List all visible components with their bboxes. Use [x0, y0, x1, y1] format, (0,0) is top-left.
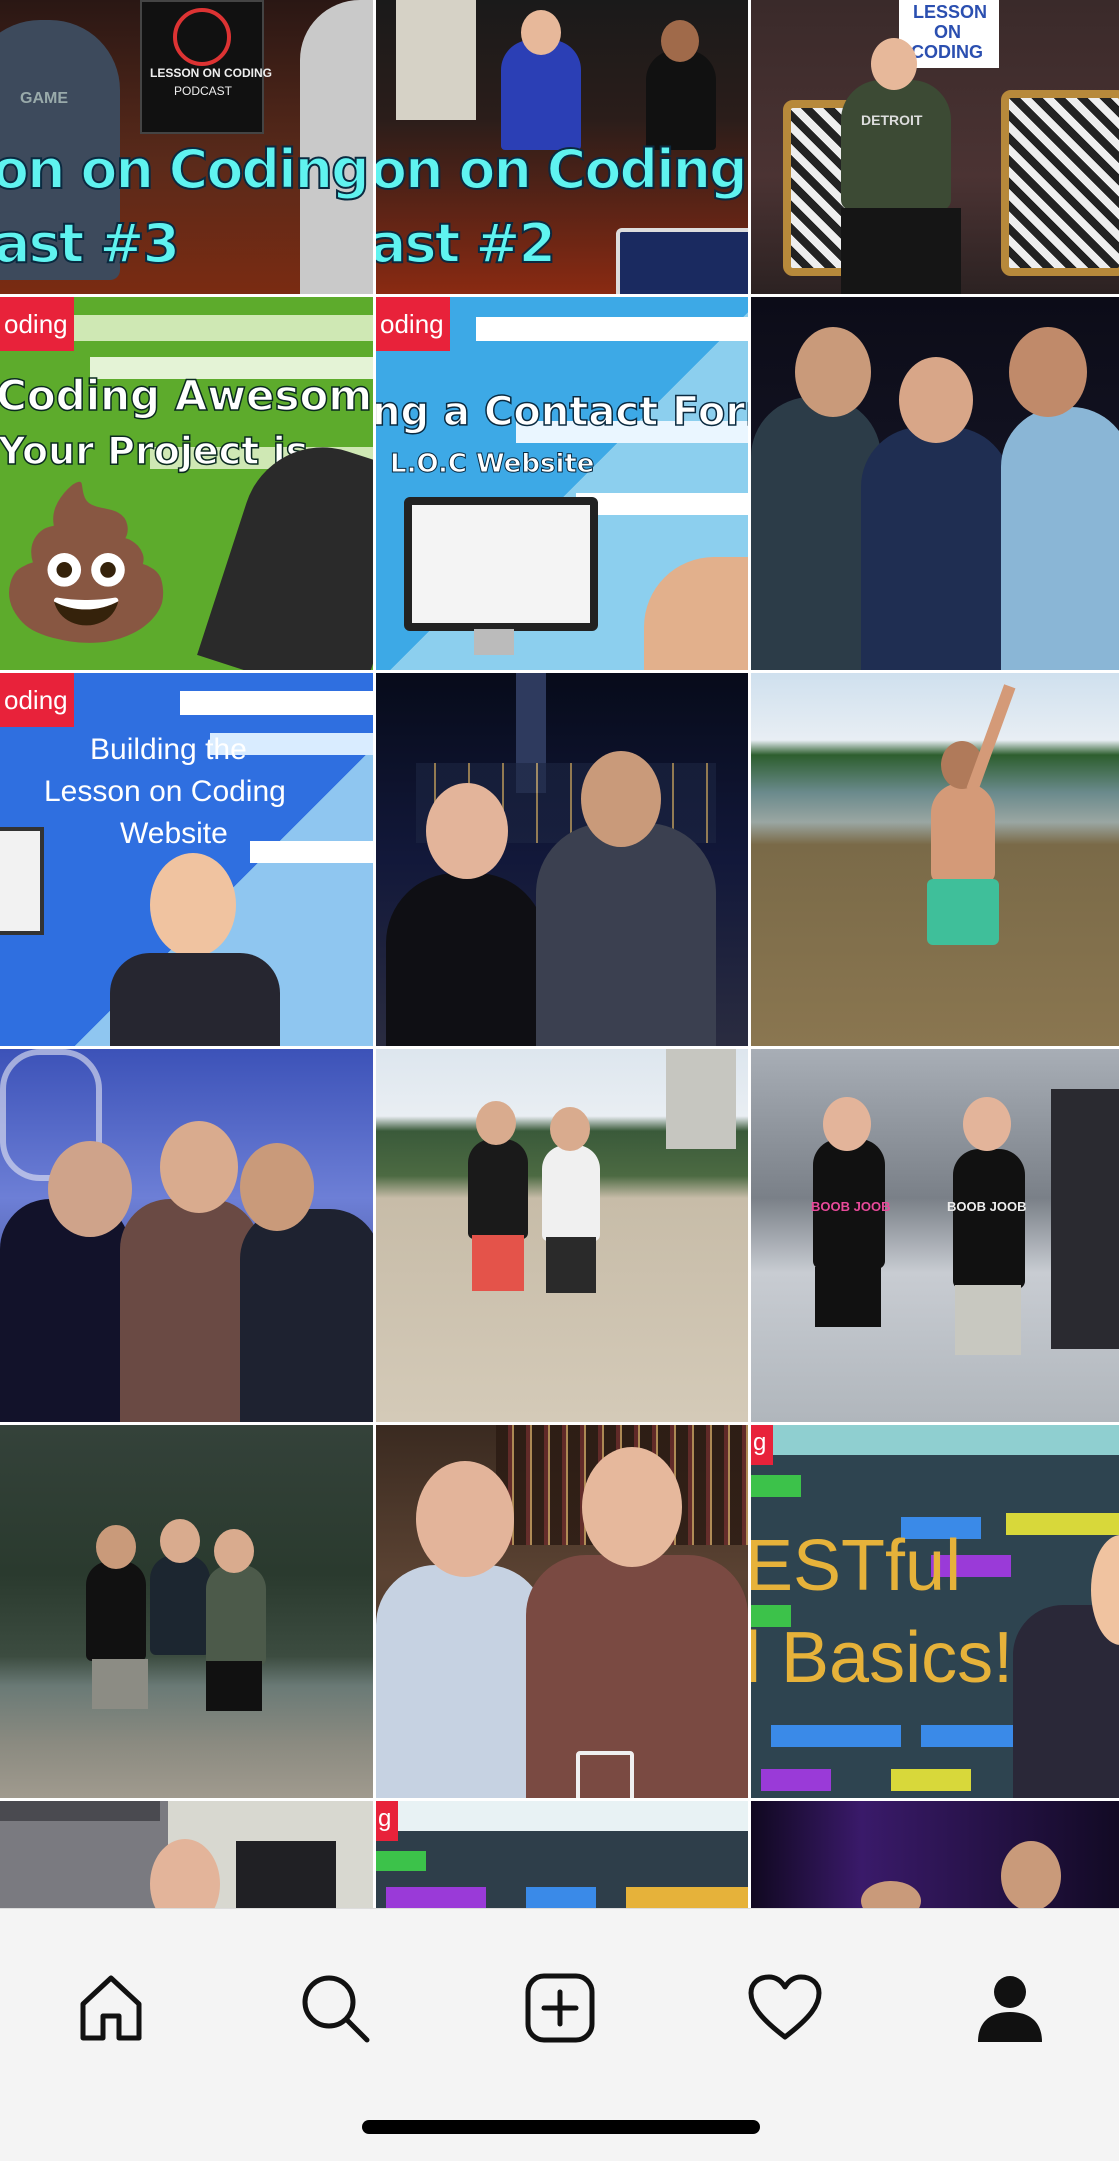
- post-thumbnail-shower[interactable]: [0, 1801, 373, 1908]
- channel-badge: oding: [380, 309, 444, 339]
- grid-divider: [0, 1422, 1119, 1425]
- title-line-3: Website: [120, 817, 228, 850]
- post-thumbnail-beach-pose[interactable]: [751, 673, 1119, 1046]
- sign-line-2: ON: [934, 22, 961, 42]
- podcast-sign-sublabel: PODCAST: [174, 84, 233, 98]
- channel-badge: oding: [4, 685, 68, 715]
- post-thumbnail-mountain-hike[interactable]: [0, 1425, 373, 1798]
- home-icon: [80, 1975, 142, 2041]
- grid-divider: [0, 294, 1119, 297]
- headline-line-2: ast #3: [0, 211, 181, 276]
- podcast-sign-label: LESSON ON CODING: [150, 66, 273, 80]
- post-thumbnail-bar-friends[interactable]: [751, 297, 1119, 670]
- title-line-2: Lesson on Coding: [44, 775, 286, 808]
- post-thumbnail-concert[interactable]: [751, 1801, 1119, 1908]
- search-icon: [302, 1975, 370, 2043]
- headline-line-1: on on Coding: [376, 137, 748, 202]
- channel-badge: g: [753, 1429, 767, 1456]
- post-thumbnail-three-friends-blue[interactable]: [0, 1049, 373, 1422]
- post-thumbnail-code-bars[interactable]: g: [376, 1801, 748, 1908]
- heart-icon: [748, 1974, 822, 2040]
- title-line-1: Building the: [90, 733, 247, 766]
- title-line-2: l Basics!: [751, 1618, 1014, 1698]
- poop-emoji: 💩: [0, 480, 179, 645]
- title-line-2: L.O.C Website: [389, 449, 595, 480]
- home-indicator: [362, 2120, 760, 2134]
- person-icon: [978, 1976, 1042, 2042]
- tab-create[interactable]: [505, 1953, 615, 2063]
- shirt-text: DETROIT: [861, 112, 923, 128]
- post-thumbnail-podcast-2[interactable]: on on Coding ast #2: [376, 0, 748, 294]
- tab-search[interactable]: [280, 1953, 390, 2063]
- grid-divider: [0, 670, 1119, 673]
- headline-line-2: ast #2: [376, 211, 557, 276]
- tab-home[interactable]: [56, 1953, 166, 2063]
- title-line-2: Your Project is: [0, 428, 309, 474]
- profile-post-grid: LESSON ON CODING PODCAST GAME on on Codi…: [0, 0, 1119, 1908]
- shirt-text-left: BOOB JOOB: [811, 1199, 891, 1214]
- post-thumbnail-restful-basics[interactable]: g ESTful l Basics!: [751, 1425, 1119, 1798]
- post-thumbnail-coding-awesome[interactable]: oding Coding Awesome Your Project is 💩: [0, 297, 373, 670]
- sign-line-3: CODING: [911, 42, 983, 62]
- grid-divider: [748, 0, 751, 1908]
- grid-divider: [0, 1798, 1119, 1801]
- headline-line-1: on on Coding: [0, 137, 371, 202]
- shirt-text-right: BOOB JOOB: [947, 1199, 1027, 1214]
- plus-square-icon: [525, 1973, 595, 2043]
- monitor-illustration: [404, 497, 598, 631]
- post-thumbnail-beach-two[interactable]: [376, 1049, 748, 1422]
- post-thumbnail-studio-chair[interactable]: LESSON ON CODING DETROIT: [751, 0, 1119, 294]
- shirt-text: GAME: [20, 90, 68, 107]
- grid-divider: [0, 1046, 1119, 1049]
- post-thumbnail-city-night[interactable]: [376, 673, 748, 1046]
- grid-divider: [373, 0, 376, 1908]
- title-line-1: ESTful: [751, 1526, 962, 1606]
- title-line-1: ng a Contact Form: [376, 388, 748, 436]
- post-thumbnail-podcast-3[interactable]: LESSON ON CODING PODCAST GAME on on Codi…: [0, 0, 373, 294]
- tab-activity[interactable]: [730, 1953, 840, 2063]
- post-thumbnail-contact-form[interactable]: oding ng a Contact Form L.O.C Website: [376, 297, 748, 670]
- channel-badge: oding: [4, 309, 68, 339]
- post-thumbnail-restaurant[interactable]: [376, 1425, 748, 1798]
- sign-line-1: LESSON: [913, 2, 988, 22]
- channel-badge: g: [378, 1805, 392, 1832]
- post-thumbnail-building-website[interactable]: oding Building the Lesson on Coding Webs…: [0, 673, 373, 1046]
- title-line-1: Coding Awesome: [0, 370, 373, 421]
- tab-profile[interactable]: [955, 1953, 1065, 2063]
- post-thumbnail-gym-flex[interactable]: BOOB JOOB BOOB JOOB: [751, 1049, 1119, 1422]
